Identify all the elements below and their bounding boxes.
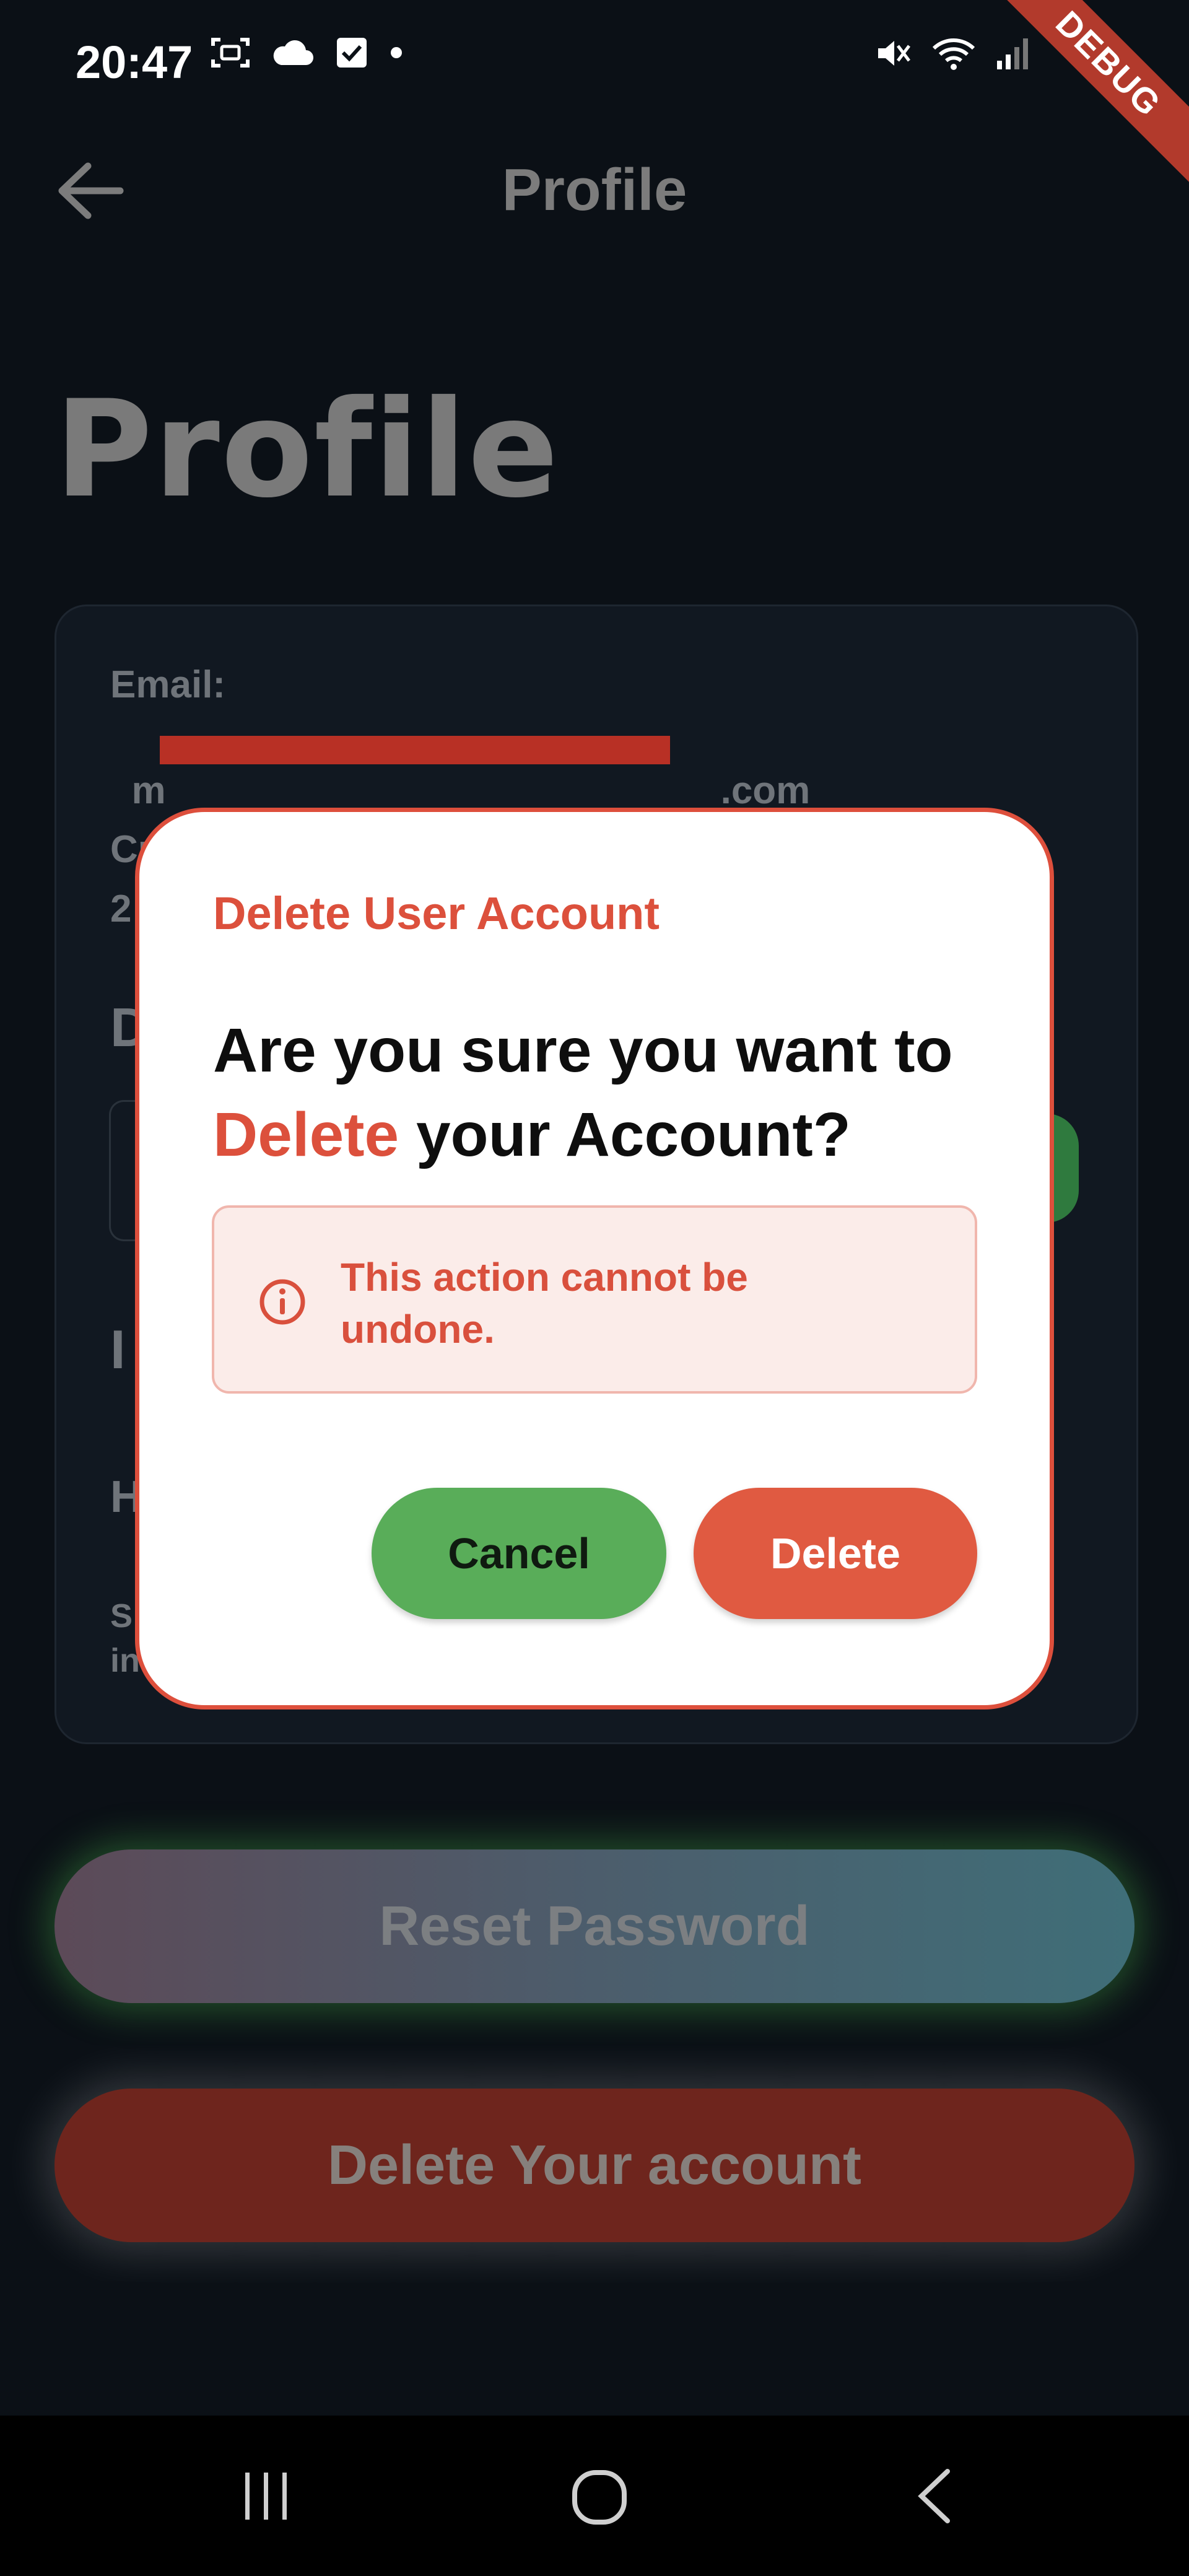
signal-icon	[997, 38, 1028, 69]
status-time: 20:47	[76, 37, 193, 88]
dialog-title: Delete User Account	[213, 888, 660, 939]
mute-icon	[878, 41, 910, 66]
cancel-button[interactable]: Cancel	[372, 1488, 666, 1619]
back-icon[interactable]	[914, 2468, 954, 2525]
confirm-delete-button[interactable]: Delete	[694, 1488, 977, 1619]
created-value-partial: 2	[110, 888, 132, 930]
warning-text: This action cannot be undone.	[341, 1255, 748, 1351]
page-heading: Profile	[54, 372, 560, 527]
question-highlight: Delete	[213, 1100, 399, 1169]
question-part2: your Account?	[399, 1100, 851, 1169]
delete-account-button[interactable]: Delete Your account	[54, 2089, 1135, 2242]
email-suffix: .com	[720, 769, 811, 812]
recent-apps-icon[interactable]	[242, 2470, 291, 2522]
status-icons-left	[211, 36, 404, 69]
section-i-partial: I	[110, 1319, 126, 1380]
home-icon[interactable]	[571, 2469, 628, 2526]
email-label: Email:	[110, 663, 226, 706]
question-part1: Are you sure you want to	[213, 1016, 953, 1085]
footer-line1-partial: S	[110, 1597, 133, 1635]
email-redaction	[160, 736, 670, 764]
cloud-icon	[273, 40, 313, 65]
dialog-question: Are you sure you want to Delete your Acc…	[213, 1008, 1006, 1177]
info-icon	[259, 1279, 305, 1325]
checkbox-icon	[337, 38, 367, 68]
email-prefix: m	[131, 769, 166, 812]
wifi-icon	[932, 38, 975, 70]
reset-password-button[interactable]: Reset Password	[54, 1849, 1135, 2003]
screenshot-icon	[211, 38, 250, 68]
status-icons-right	[874, 36, 1028, 71]
appbar-title: Profile	[502, 157, 687, 223]
dot-icon	[391, 47, 402, 58]
